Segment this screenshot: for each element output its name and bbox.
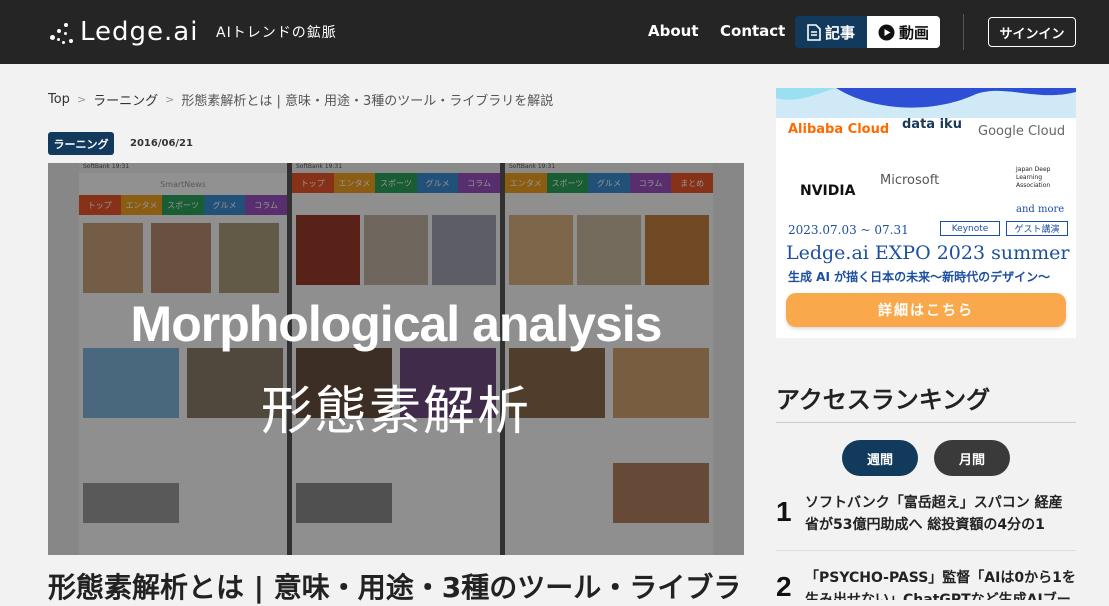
nav-contact-link[interactable]: Contact	[720, 22, 785, 40]
jdla-logo: Japan Deep Learning Association	[1016, 166, 1051, 189]
publish-date: 2016/06/21	[130, 138, 193, 149]
content-type-toggle: 記事 動画	[795, 16, 940, 48]
expo-title: Ledge.ai EXPO 2023 summer	[786, 242, 1070, 264]
site-logo[interactable]: Ledge.ai	[48, 16, 198, 48]
and-more-text: and more	[1016, 204, 1065, 215]
ranking-item[interactable]: 1 ソフトバンク「富岳超え」スパコン 経産省が53億円助成へ 総投資額の4分の1	[776, 492, 1076, 542]
ad-wave-decoration	[776, 88, 1076, 118]
expo-subtitle: 生成 AI が描く日本の未来〜新時代のデザイン〜	[788, 270, 1051, 284]
ranking-number: 1	[776, 496, 792, 527]
video-tab[interactable]: 動画	[867, 16, 940, 48]
hero-title-english: Morphological analysis	[130, 296, 663, 352]
breadcrumb-separator: >	[165, 93, 175, 106]
alibaba-cloud-logo: Alibaba Cloud	[788, 122, 890, 137]
breadcrumb-top[interactable]: Top	[48, 92, 70, 107]
ranking-divider	[776, 422, 1076, 423]
microsoft-logo: Microsoft	[880, 173, 940, 188]
hero-overlay	[48, 163, 744, 555]
site-tagline: AIトレンドの鉱脈	[216, 25, 337, 41]
google-cloud-logo: Google Cloud	[978, 124, 1066, 139]
nvidia-logo: NVIDIA	[800, 183, 856, 199]
header-divider	[963, 14, 964, 50]
expo-dates: 2023.07.03 ~ 07.31	[788, 223, 909, 237]
document-icon	[807, 23, 821, 41]
ranking-monthly-tab[interactable]: 月間	[934, 440, 1010, 476]
hero-image: SoftBank 19:31 SmartNews トップ エンタメ スポーツ グルメコ…	[48, 163, 744, 555]
breadcrumb-learning[interactable]: ラーニング	[93, 90, 158, 109]
signin-button[interactable]: サインイン	[988, 17, 1076, 47]
ranking-item[interactable]: 2 「PSYCHO-PASS」監督「AIは0から1を生み出せない」ChatGPT…	[776, 567, 1076, 600]
expo-details-button[interactable]: 詳細はこちら	[786, 293, 1066, 327]
guest-talk-chip: ゲスト講演	[1006, 221, 1068, 236]
logo-text: Ledge.ai	[80, 17, 199, 47]
expo-ad-banner[interactable]: Alibaba Cloud data iku Google Cloud NVID…	[776, 88, 1076, 338]
ranking-title: アクセスランキング	[776, 386, 991, 414]
breadcrumb-current: 形態素解析とは | 意味・用途・3種のツール・ライブラリを解説	[181, 94, 554, 109]
article-tab[interactable]: 記事	[795, 16, 867, 48]
article-tab-label: 記事	[824, 23, 855, 42]
ranking-headline[interactable]: ソフトバンク「富岳超え」スパコン 経産省が53億円助成へ 総投資額の4分の1	[805, 492, 1076, 536]
breadcrumb: Top > ラーニング > 形態素解析とは | 意味・用途・3種のツール・ライブ…	[48, 90, 553, 109]
ranking-headline[interactable]: 「PSYCHO-PASS」監督「AIは0から1を生み出せない」ChatGPTなど…	[805, 567, 1076, 600]
site-header: Ledge.ai AIトレンドの鉱脈 About Contact 記事 動画 サ…	[0, 0, 1109, 64]
article-title: 形態素解析とは | 意味・用途・3種のツール・ライブラリを解説	[48, 571, 738, 604]
video-tab-label: 動画	[898, 23, 929, 42]
play-icon	[878, 24, 895, 40]
nav-about-link[interactable]: About	[648, 22, 699, 40]
dataiku-logo: data iku	[902, 117, 962, 132]
ranking-weekly-tab[interactable]: 週間	[842, 440, 918, 476]
ranking-number: 2	[776, 571, 792, 600]
breadcrumb-separator: >	[76, 93, 87, 106]
logo-dots-icon	[48, 19, 74, 45]
ranking-item-divider	[776, 550, 1076, 551]
hero-title-japanese: 形態素解析	[260, 382, 531, 442]
keynote-chip: Keynote	[940, 221, 1000, 236]
category-badge[interactable]: ラーニング	[48, 132, 114, 155]
